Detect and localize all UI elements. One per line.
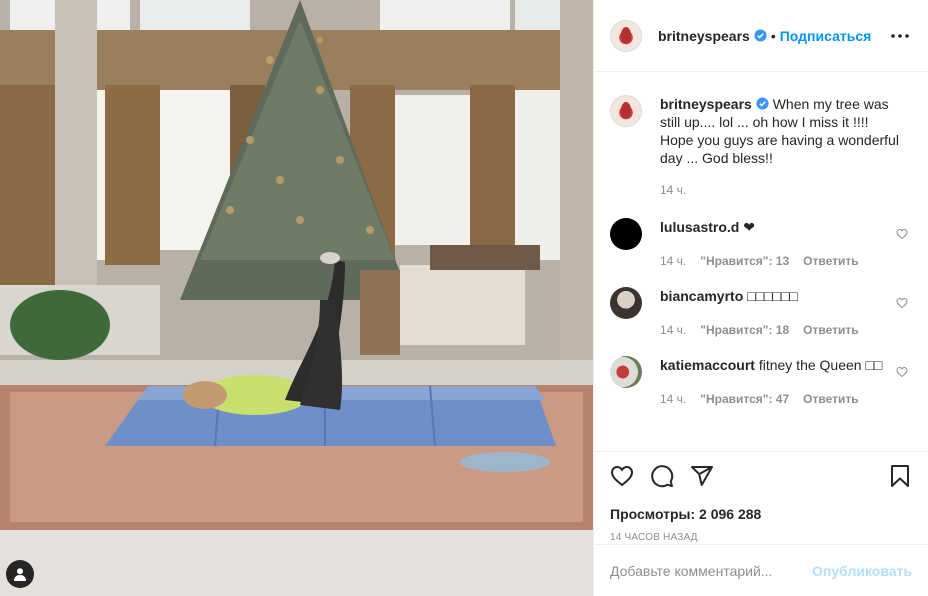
comment-body: katiemaccourt fitney the Queen □□ 14 ч. … bbox=[660, 356, 904, 408]
comment-item: lulusastro.d ❤ 14 ч. "Нравится": 13 Отве… bbox=[610, 218, 912, 270]
caption-username[interactable]: britneyspears bbox=[660, 96, 752, 112]
comment-body: lulusastro.d ❤ 14 ч. "Нравится": 13 Отве… bbox=[660, 218, 904, 270]
comment-time[interactable]: 14 ч. bbox=[660, 390, 686, 408]
comment-likes[interactable]: "Нравится": 47 bbox=[700, 390, 789, 408]
comment-meta: 14 ч. "Нравится": 13 Ответить bbox=[660, 252, 904, 270]
comment-username[interactable]: biancamyrto bbox=[660, 288, 743, 304]
post-side-panel: britneyspears • Подписаться britneyspear… bbox=[593, 0, 928, 596]
comment-username[interactable]: katiemaccourt bbox=[660, 357, 755, 373]
post-timestamp[interactable]: 14 часов назад bbox=[610, 532, 912, 543]
add-comment-bar: Опубликовать bbox=[594, 544, 928, 596]
comment-meta: 14 ч. "Нравится": 47 Ответить bbox=[660, 390, 904, 408]
save-bookmark-icon[interactable] bbox=[888, 464, 912, 488]
like-heart-icon[interactable] bbox=[610, 464, 634, 488]
caption-time[interactable]: 14 ч. bbox=[660, 181, 686, 199]
comment-likes[interactable]: "Нравится": 13 bbox=[700, 252, 789, 270]
more-options-button[interactable] bbox=[888, 24, 912, 48]
tagged-users-button[interactable] bbox=[6, 560, 34, 588]
commenter-avatar[interactable] bbox=[610, 287, 642, 319]
caption-avatar[interactable] bbox=[610, 95, 642, 127]
comment-bubble-icon[interactable] bbox=[650, 464, 674, 488]
action-icons bbox=[610, 452, 912, 500]
post-header: britneyspears • Подписаться bbox=[594, 0, 928, 72]
caption: britneyspears When my tree was still up.… bbox=[610, 95, 912, 199]
author-username[interactable]: britneyspears bbox=[658, 28, 750, 44]
comments-list[interactable]: britneyspears When my tree was still up.… bbox=[594, 73, 928, 451]
like-comment-heart-icon[interactable] bbox=[896, 297, 908, 309]
comment-likes[interactable]: "Нравится": 18 bbox=[700, 321, 789, 339]
caption-meta: 14 ч. bbox=[660, 181, 904, 199]
comment-body: biancamyrto □□□□□□ 14 ч. "Нравится": 18 … bbox=[660, 287, 904, 339]
comment-input[interactable] bbox=[610, 562, 813, 579]
comment-time[interactable]: 14 ч. bbox=[660, 321, 686, 339]
reply-button[interactable]: Ответить bbox=[803, 321, 858, 339]
reply-button[interactable]: Ответить bbox=[803, 252, 858, 270]
comment-text: fitney the Queen □□ bbox=[758, 357, 883, 373]
comment-item: biancamyrto □□□□□□ 14 ч. "Нравится": 18 … bbox=[610, 287, 912, 339]
like-comment-heart-icon[interactable] bbox=[896, 228, 908, 240]
comment-text: □□□□□□ bbox=[747, 288, 798, 304]
user-icon bbox=[14, 568, 26, 581]
like-comment-heart-icon[interactable] bbox=[896, 366, 908, 378]
reply-button[interactable]: Ответить bbox=[803, 390, 858, 408]
comment-meta: 14 ч. "Нравится": 18 Ответить bbox=[660, 321, 904, 339]
follow-button[interactable]: Подписаться bbox=[780, 28, 872, 44]
separator-dot: • bbox=[770, 27, 776, 44]
share-paper-plane-icon[interactable] bbox=[690, 464, 714, 488]
verified-badge-icon bbox=[756, 97, 769, 110]
views-count[interactable]: Просмотры: 2 096 288 bbox=[610, 506, 912, 522]
verified-badge-icon bbox=[754, 29, 767, 42]
more-dots-icon bbox=[891, 33, 909, 38]
post-actions: Просмотры: 2 096 288 14 часов назад bbox=[594, 451, 928, 543]
author-avatar[interactable] bbox=[610, 19, 642, 52]
commenter-avatar[interactable] bbox=[610, 356, 642, 388]
publish-button[interactable]: Опубликовать bbox=[812, 563, 912, 579]
comment-item: katiemaccourt fitney the Queen □□ 14 ч. … bbox=[610, 356, 912, 408]
comment-text: ❤ bbox=[743, 219, 755, 235]
video-frame bbox=[0, 0, 593, 596]
comment-time[interactable]: 14 ч. bbox=[660, 252, 686, 270]
caption-body: britneyspears When my tree was still up.… bbox=[660, 95, 904, 199]
post-video[interactable] bbox=[0, 0, 593, 596]
commenter-avatar[interactable] bbox=[610, 218, 642, 250]
comment-username[interactable]: lulusastro.d bbox=[660, 219, 739, 235]
